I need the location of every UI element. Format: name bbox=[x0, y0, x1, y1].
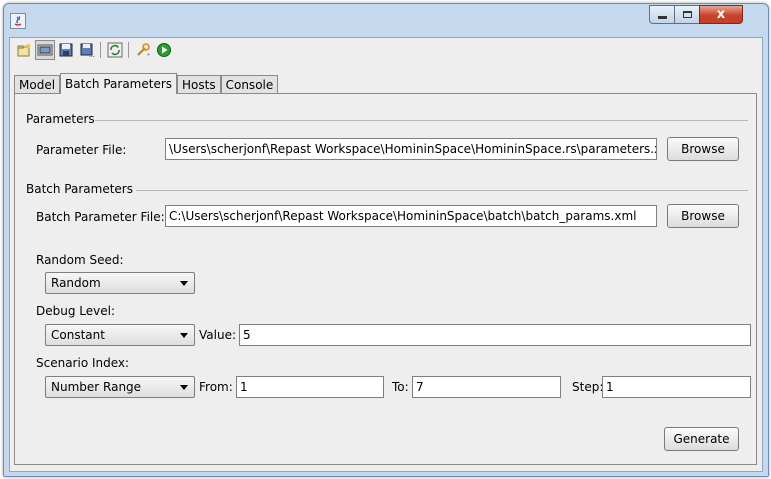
toolbar-separator bbox=[100, 42, 101, 58]
debug-level-label: Debug Level: bbox=[36, 304, 115, 318]
close-button[interactable]: x bbox=[699, 5, 743, 24]
maximize-button[interactable] bbox=[674, 5, 700, 24]
application-window: x ... Model Batch Parameters Hosts Conso… bbox=[3, 3, 769, 477]
batch-parameter-file-label: Batch Parameter File: bbox=[36, 210, 165, 224]
open-folder-icon[interactable] bbox=[35, 40, 55, 60]
minimize-icon bbox=[657, 16, 667, 19]
tab-bar: Model Batch Parameters Hosts Console bbox=[14, 73, 279, 94]
debug-level-dropdown[interactable]: Constant bbox=[45, 324, 195, 346]
title-bar[interactable]: x bbox=[4, 4, 768, 37]
parameter-file-browse-button[interactable]: Browse bbox=[667, 137, 739, 161]
chevron-down-icon bbox=[180, 281, 188, 286]
tab-hosts[interactable]: Hosts bbox=[177, 75, 221, 94]
tab-console[interactable]: Console bbox=[220, 75, 279, 94]
random-seed-dropdown[interactable]: Random bbox=[45, 272, 195, 294]
tab-model[interactable]: Model bbox=[14, 75, 61, 94]
minimize-button[interactable] bbox=[649, 5, 675, 24]
to-label: To: bbox=[392, 380, 409, 394]
new-scenario-icon[interactable] bbox=[14, 40, 34, 60]
parameters-section-title: Parameters bbox=[26, 112, 95, 126]
debug-value-label: Value: bbox=[199, 328, 236, 342]
batch-parameters-panel: Parameters Parameter File: \Users\scherj… bbox=[14, 93, 757, 465]
close-icon: x bbox=[716, 7, 726, 22]
window-client-area: ... Model Batch Parameters Hosts Console bbox=[9, 37, 763, 472]
section-divider bbox=[136, 190, 748, 191]
step-label: Step: bbox=[572, 380, 604, 394]
configure-icon[interactable] bbox=[133, 40, 153, 60]
save-as-icon[interactable]: ... bbox=[77, 40, 97, 60]
random-seed-selected: Random bbox=[51, 276, 101, 290]
step-field[interactable]: 1 bbox=[602, 376, 751, 398]
debug-value-field[interactable]: 5 bbox=[239, 324, 751, 346]
parameter-file-label: Parameter File: bbox=[36, 143, 127, 157]
section-divider bbox=[95, 120, 748, 121]
toolbar-separator bbox=[128, 42, 129, 58]
refresh-icon[interactable] bbox=[105, 40, 125, 60]
chevron-down-icon bbox=[180, 333, 188, 338]
java-app-icon[interactable] bbox=[10, 13, 26, 29]
svg-text:...: ... bbox=[89, 52, 95, 58]
run-icon[interactable] bbox=[154, 40, 174, 60]
from-label: From: bbox=[199, 380, 233, 394]
scenario-index-dropdown[interactable]: Number Range bbox=[45, 376, 195, 398]
tab-batch-parameters[interactable]: Batch Parameters bbox=[60, 73, 178, 94]
toolbar: ... bbox=[10, 38, 762, 62]
save-icon[interactable] bbox=[56, 40, 76, 60]
to-field[interactable]: 7 bbox=[412, 376, 561, 398]
chevron-down-icon bbox=[180, 385, 188, 390]
generate-button[interactable]: Generate bbox=[664, 427, 739, 451]
scenario-index-label: Scenario Index: bbox=[36, 356, 130, 370]
scenario-index-selected: Number Range bbox=[51, 380, 142, 394]
debug-level-selected: Constant bbox=[51, 328, 105, 342]
batch-parameter-file-field[interactable]: C:\Users\scherjonf\Repast Workspace\Homi… bbox=[165, 205, 657, 227]
from-field[interactable]: 1 bbox=[236, 376, 384, 398]
random-seed-label: Random Seed: bbox=[36, 253, 124, 267]
batch-file-browse-button[interactable]: Browse bbox=[667, 204, 739, 228]
maximize-icon bbox=[682, 11, 692, 18]
parameter-file-field[interactable]: \Users\scherjonf\Repast Workspace\Homini… bbox=[165, 138, 657, 160]
batch-parameters-section-title: Batch Parameters bbox=[26, 182, 133, 196]
